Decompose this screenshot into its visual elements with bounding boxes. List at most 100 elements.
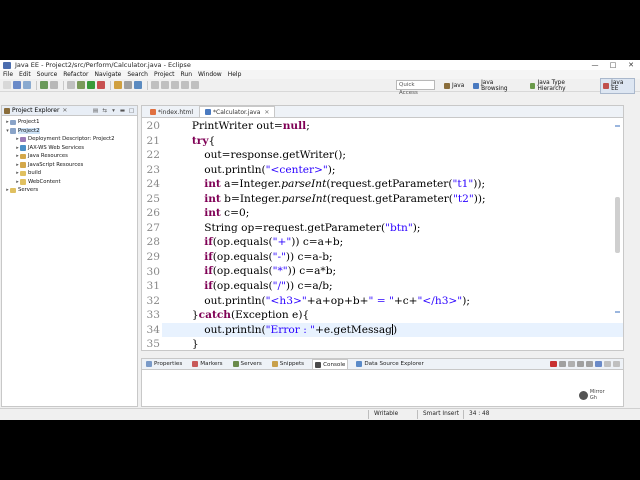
perspective-java-browsing[interactable]: Java Browsing (471, 79, 522, 93)
string-token: "<h3>" (265, 294, 307, 307)
string-token: "-" (272, 250, 286, 263)
tab-label: Console (323, 361, 346, 368)
terminate-icon[interactable] (550, 361, 557, 367)
external-tools-icon[interactable] (97, 81, 105, 89)
menu-source[interactable]: Source (37, 71, 58, 78)
tree-item[interactable]: ▸ JAX-WS Web Services (2, 144, 137, 153)
skip-breakpoints-icon[interactable] (67, 81, 75, 89)
menu-file[interactable]: File (3, 71, 13, 78)
minimize-view-icon[interactable]: ▬ (119, 108, 126, 114)
code-line[interactable]: String op=request.getParameter("btn"); (162, 221, 623, 236)
maximize-view-icon[interactable] (613, 361, 620, 367)
minimize-view-icon[interactable] (604, 361, 611, 367)
code-line[interactable]: if(op.equals("-")) c=a-b; (162, 250, 623, 265)
back-icon[interactable] (181, 81, 189, 89)
tree-item[interactable]: ▸ WebContent (2, 178, 137, 187)
close-icon[interactable]: ✕ (62, 107, 67, 114)
code-line[interactable]: if(op.equals("*")) c=a*b; (162, 264, 623, 279)
code-line[interactable]: out=response.getWriter(); (162, 148, 623, 163)
tab-data-source-explorer[interactable]: Data Source Explorer (354, 359, 425, 369)
tree-item-label: Deployment Descriptor: Project2 (28, 136, 115, 143)
code-line[interactable]: } (162, 337, 623, 350)
tree-item[interactable]: ▸ build (2, 169, 137, 178)
search-icon[interactable] (134, 81, 142, 89)
toggle-mark-icon[interactable] (151, 81, 159, 89)
folder-icon (20, 170, 26, 176)
tab-snippets[interactable]: Snippets (270, 359, 306, 369)
perspective-java[interactable]: Java (442, 82, 466, 90)
perspective-label: Java (452, 82, 465, 89)
logo-circle (579, 390, 588, 400)
remove-launch-icon[interactable] (559, 361, 566, 367)
tab-calculator-java[interactable]: *Calculator.java ✕ (199, 106, 276, 117)
code-line[interactable]: int c=0; (162, 206, 623, 221)
menu-refactor[interactable]: Refactor (63, 71, 88, 78)
code-line[interactable]: if(op.equals("+")) c=a+b; (162, 235, 623, 250)
maximize-view-icon[interactable]: □ (128, 108, 135, 114)
menu-project[interactable]: Project (154, 71, 175, 78)
tab-servers[interactable]: Servers (231, 359, 264, 369)
tree-item[interactable]: ▸ JavaScript Resources (2, 161, 137, 170)
project-explorer-tab[interactable]: Project Explorer ✕ ▤ ⇆ ▾ ▬ □ (2, 106, 137, 116)
menu-edit[interactable]: Edit (19, 71, 31, 78)
tree-item[interactable]: ▸ Java Resources (2, 152, 137, 161)
menu-help[interactable]: Help (228, 71, 242, 78)
maximize-button[interactable]: □ (604, 61, 622, 69)
tab-console[interactable]: Console (312, 359, 349, 369)
open-console-icon[interactable] (595, 361, 602, 367)
tab-markers[interactable]: Markers (190, 359, 224, 369)
run-icon[interactable] (87, 81, 95, 89)
menu-search[interactable]: Search (127, 71, 148, 78)
tree-item[interactable]: ▸ Project1 (2, 118, 137, 127)
debug-icon[interactable] (77, 81, 85, 89)
view-menu-icon[interactable]: ▾ (110, 108, 117, 114)
previous-annotation-icon[interactable] (171, 81, 179, 89)
pin-console-icon[interactable] (586, 361, 593, 367)
code-line[interactable]: }catch(Exception e){ (162, 308, 623, 323)
server-icon[interactable] (40, 81, 48, 89)
menu-navigate[interactable]: Navigate (94, 71, 121, 78)
current-code-line[interactable]: out.println("Error : "+e.getMessag) (162, 322, 623, 338)
save-icon[interactable] (13, 81, 21, 89)
string-token: "+" (272, 236, 292, 249)
perspective-java-type-hierarchy[interactable]: Java Type Hierarchy (528, 79, 596, 93)
scrollbar-thumb[interactable] (615, 197, 620, 253)
tab-properties[interactable]: Properties (144, 359, 184, 369)
tree-item[interactable]: ▸ Deployment Descriptor: Project2 (2, 135, 137, 144)
quick-access-field[interactable]: Quick Access (396, 80, 435, 96)
close-button[interactable]: ✕ (622, 61, 640, 69)
terminal-icon[interactable] (50, 81, 58, 89)
clear-console-icon[interactable] (568, 361, 575, 367)
close-icon[interactable]: ✕ (264, 109, 269, 116)
code-line[interactable]: if(op.equals("/")) c=a/b; (162, 279, 623, 294)
code-line[interactable]: PrintWriter out=null; (162, 119, 623, 134)
menu-window[interactable]: Window (198, 71, 222, 78)
menu-run[interactable]: Run (181, 71, 193, 78)
link-with-editor-icon[interactable]: ⇆ (101, 108, 108, 114)
status-writable: Writable (374, 411, 399, 417)
window-controls: — □ ✕ (586, 61, 640, 69)
tab-index-html[interactable]: *index.html (144, 106, 199, 117)
code-line[interactable]: out.println("<h3>"+a+op+b+" = "+c+"</h3>… (162, 294, 623, 309)
scroll-lock-icon[interactable] (577, 361, 584, 367)
open-type-icon[interactable] (124, 81, 132, 89)
collapse-all-icon[interactable]: ▤ (92, 108, 99, 114)
forward-icon[interactable] (191, 81, 199, 89)
save-all-icon[interactable] (23, 81, 31, 89)
code-body[interactable]: PrintWriter out=null; try{out=response.ge… (162, 119, 623, 350)
editor-scrollbar[interactable] (614, 119, 621, 350)
project-folder-icon (10, 119, 16, 125)
minimize-button[interactable]: — (586, 61, 604, 69)
next-annotation-icon[interactable] (161, 81, 169, 89)
new-java-project-icon[interactable] (114, 81, 122, 89)
tree-item[interactable]: ▾ Project2 (2, 127, 137, 136)
code-token: ) (392, 323, 398, 336)
code-line[interactable]: out.println("<center>"); (162, 163, 623, 178)
code-area[interactable]: 20 21 22 23 24 25 26 27 28 29 30 31 32 33 34 35 PrintWr… (142, 119, 623, 350)
perspective-java-ee[interactable]: Java EE (600, 77, 635, 94)
code-line[interactable]: try{ (162, 134, 623, 149)
tree-item[interactable]: ▸ Servers (2, 186, 137, 195)
new-icon[interactable] (3, 81, 11, 89)
code-line[interactable]: int b=Integer.parseInt(request.getParame… (162, 192, 623, 207)
code-line[interactable]: int a=Integer.parseInt(request.getParame… (162, 177, 623, 192)
